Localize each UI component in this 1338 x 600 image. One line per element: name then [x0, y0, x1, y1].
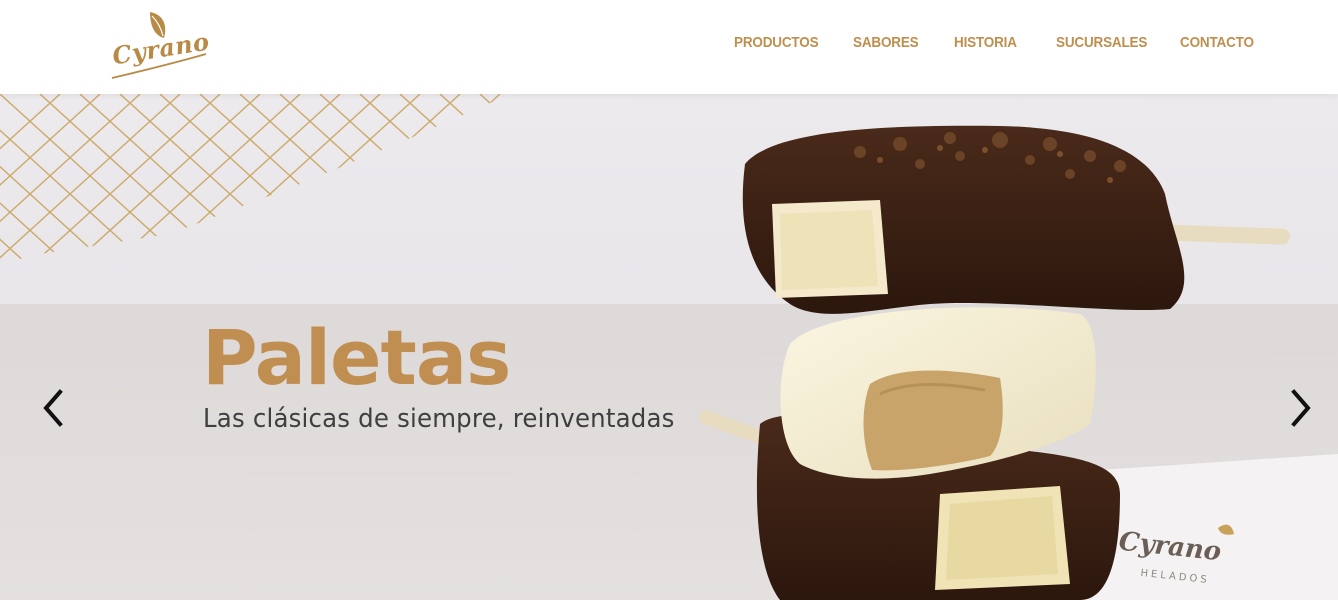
- nav-sucursales[interactable]: SUCURSALES: [1056, 34, 1147, 51]
- slide-title: Paletas: [202, 313, 511, 402]
- main-nav: PRODUCTOS SABORES HISTORIA SUCURSALES CO…: [0, 34, 1338, 56]
- slide-subtitle: Las clásicas de siempre, reinventadas: [203, 404, 675, 434]
- nav-productos[interactable]: PRODUCTOS: [734, 34, 819, 51]
- hero-slider: Cyrano HELADOS Paletas Las clásicas de s…: [0, 94, 1338, 600]
- chevron-left-icon: [43, 389, 63, 427]
- chevron-right-icon: [1291, 389, 1311, 427]
- site-header: Cyrano PRODUCTOS SABORES HISTORIA SUCURS…: [0, 0, 1338, 94]
- slider-next-button[interactable]: [1286, 386, 1316, 430]
- nav-sabores[interactable]: SABORES: [853, 34, 919, 51]
- nav-contacto[interactable]: CONTACTO: [1180, 34, 1254, 51]
- hero-image: Cyrano HELADOS: [0, 94, 1338, 600]
- slider-prev-button[interactable]: [38, 386, 68, 430]
- nav-historia[interactable]: HISTORIA: [954, 34, 1017, 51]
